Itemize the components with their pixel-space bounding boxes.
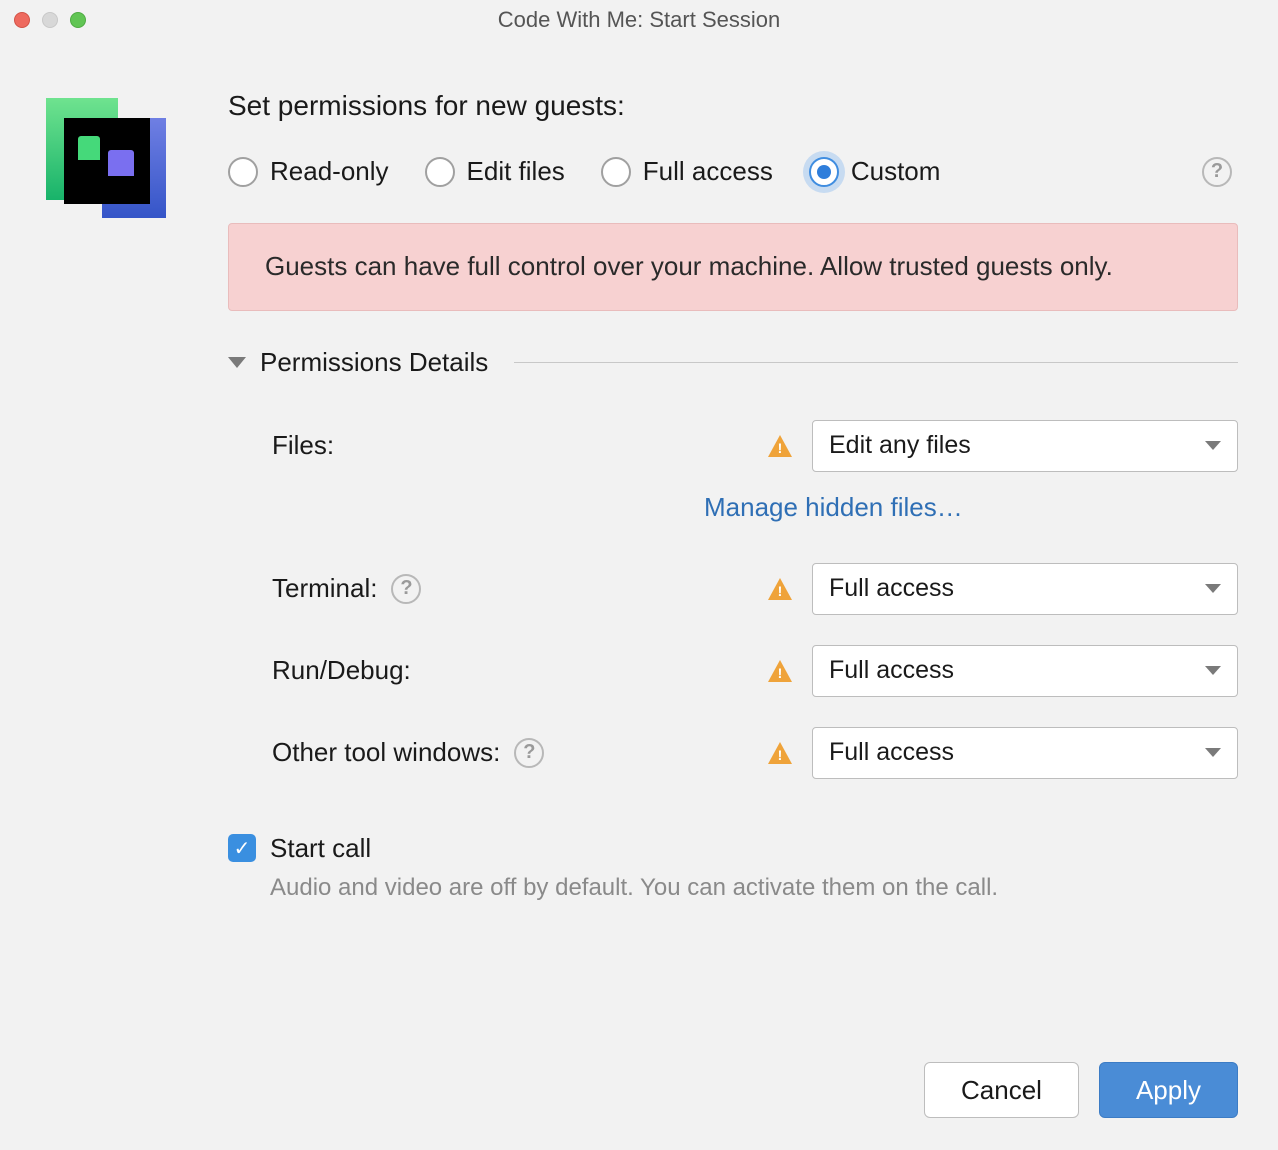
titlebar: Code With Me: Start Session [0, 0, 1278, 40]
permissions-radio-group: Read-only Edit files Full access Custom … [228, 156, 1238, 187]
radio-read-only[interactable]: Read-only [228, 156, 389, 187]
manage-hidden-files-link[interactable]: Manage hidden files… [704, 492, 963, 522]
radio-icon [601, 157, 631, 187]
help-icon[interactable]: ? [391, 574, 421, 604]
radio-custom[interactable]: Custom [809, 156, 941, 187]
permissions-heading: Set permissions for new guests: [228, 90, 1238, 122]
other-tool-windows-select[interactable]: Full access [812, 727, 1238, 779]
terminal-label: Terminal: [272, 573, 377, 604]
run-debug-select-value: Full access [829, 656, 954, 685]
cancel-button[interactable]: Cancel [924, 1062, 1079, 1118]
chevron-down-icon [1205, 666, 1221, 675]
apply-button[interactable]: Apply [1099, 1062, 1238, 1118]
radio-edit-files-label: Edit files [467, 156, 565, 187]
help-icon[interactable]: ? [514, 738, 544, 768]
radio-read-only-label: Read-only [270, 156, 389, 187]
radio-icon [228, 157, 258, 187]
start-call-label: Start call [270, 833, 371, 864]
files-select[interactable]: Edit any files [812, 420, 1238, 472]
terminal-select-value: Full access [829, 574, 954, 603]
radio-custom-label: Custom [851, 156, 941, 187]
permissions-details-title: Permissions Details [260, 347, 488, 378]
warning-icon [768, 660, 792, 682]
radio-icon [809, 157, 839, 187]
start-call-checkbox[interactable]: ✓ [228, 834, 256, 862]
chevron-down-icon [1205, 748, 1221, 757]
warning-icon [768, 435, 792, 457]
dialog-buttons: Cancel Apply [924, 1062, 1238, 1118]
window-title: Code With Me: Start Session [0, 7, 1278, 33]
chevron-down-icon [1205, 584, 1221, 593]
run-debug-label: Run/Debug: [272, 655, 411, 686]
files-select-value: Edit any files [829, 431, 971, 460]
warning-icon [768, 742, 792, 764]
radio-edit-files[interactable]: Edit files [425, 156, 565, 187]
app-icon [46, 98, 166, 218]
close-window-button[interactable] [14, 12, 30, 28]
fullscreen-window-button[interactable] [70, 12, 86, 28]
run-debug-select[interactable]: Full access [812, 645, 1238, 697]
chevron-down-icon [228, 357, 246, 368]
radio-icon [425, 157, 455, 187]
help-icon[interactable]: ? [1202, 157, 1232, 187]
permissions-details-toggle[interactable]: Permissions Details [228, 347, 1238, 378]
chevron-down-icon [1205, 441, 1221, 450]
warning-banner: Guests can have full control over your m… [228, 223, 1238, 311]
terminal-select[interactable]: Full access [812, 563, 1238, 615]
radio-full-access-label: Full access [643, 156, 773, 187]
start-call-hint: Audio and video are off by default. You … [228, 874, 1238, 902]
window-controls [14, 12, 86, 28]
other-tool-windows-select-value: Full access [829, 738, 954, 767]
other-tool-windows-label: Other tool windows: [272, 737, 500, 768]
minimize-window-button[interactable] [42, 12, 58, 28]
radio-full-access[interactable]: Full access [601, 156, 773, 187]
divider [514, 362, 1238, 363]
warning-icon [768, 578, 792, 600]
files-label: Files: [272, 430, 334, 461]
